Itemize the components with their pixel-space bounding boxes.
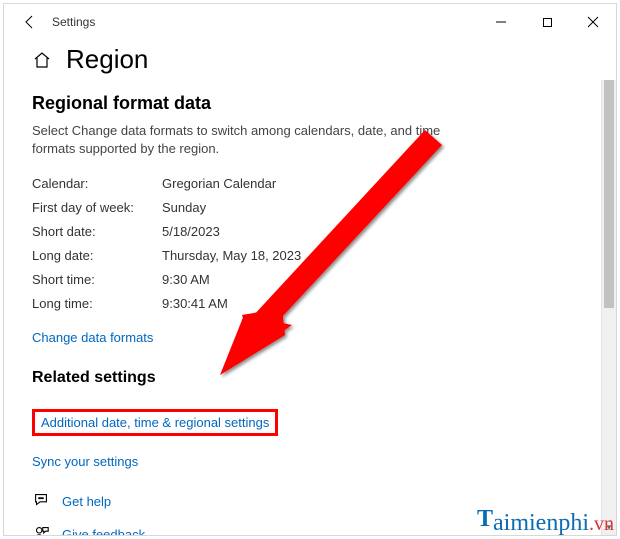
table-row: Short time:9:30 AM xyxy=(32,268,588,292)
table-row: Short date:5/18/2023 xyxy=(32,220,588,244)
table-row: First day of week:Sunday xyxy=(32,196,588,220)
feedback-person-icon xyxy=(32,524,50,535)
back-button[interactable] xyxy=(12,4,48,40)
get-help-link[interactable]: Get help xyxy=(62,494,111,509)
chat-help-icon xyxy=(32,491,50,512)
give-feedback-row: Give feedback xyxy=(32,524,588,535)
page-header: Region xyxy=(32,44,588,75)
section-heading: Regional format data xyxy=(32,93,588,114)
get-help-row: Get help xyxy=(32,491,588,512)
close-button[interactable] xyxy=(570,4,616,40)
table-row: Long time:9:30:41 AM xyxy=(32,292,588,316)
home-icon xyxy=(32,50,52,70)
vertical-scrollbar[interactable]: ▴ ▾ xyxy=(601,80,616,535)
window-controls xyxy=(478,4,616,40)
change-data-formats-link[interactable]: Change data formats xyxy=(32,330,153,345)
scroll-down-arrow[interactable]: ▾ xyxy=(602,520,616,535)
settings-window: Settings Region Regional format data Sel… xyxy=(3,3,617,536)
scrollbar-thumb[interactable] xyxy=(604,80,614,308)
content-area: Region Regional format data Select Chang… xyxy=(4,40,616,535)
give-feedback-link[interactable]: Give feedback xyxy=(62,527,145,535)
table-row: Calendar:Gregorian Calendar xyxy=(32,172,588,196)
minimize-button[interactable] xyxy=(478,4,524,40)
maximize-button[interactable] xyxy=(524,4,570,40)
additional-regional-settings-link[interactable]: Additional date, time & regional setting… xyxy=(32,409,278,436)
window-title: Settings xyxy=(52,15,95,29)
title-bar: Settings xyxy=(4,4,616,40)
sync-settings-link[interactable]: Sync your settings xyxy=(32,454,138,469)
section-description: Select Change data formats to switch amo… xyxy=(32,122,462,158)
page-title: Region xyxy=(66,44,148,75)
table-row: Long date:Thursday, May 18, 2023 xyxy=(32,244,588,268)
related-settings-heading: Related settings xyxy=(32,369,588,387)
format-table: Calendar:Gregorian Calendar First day of… xyxy=(32,172,588,316)
